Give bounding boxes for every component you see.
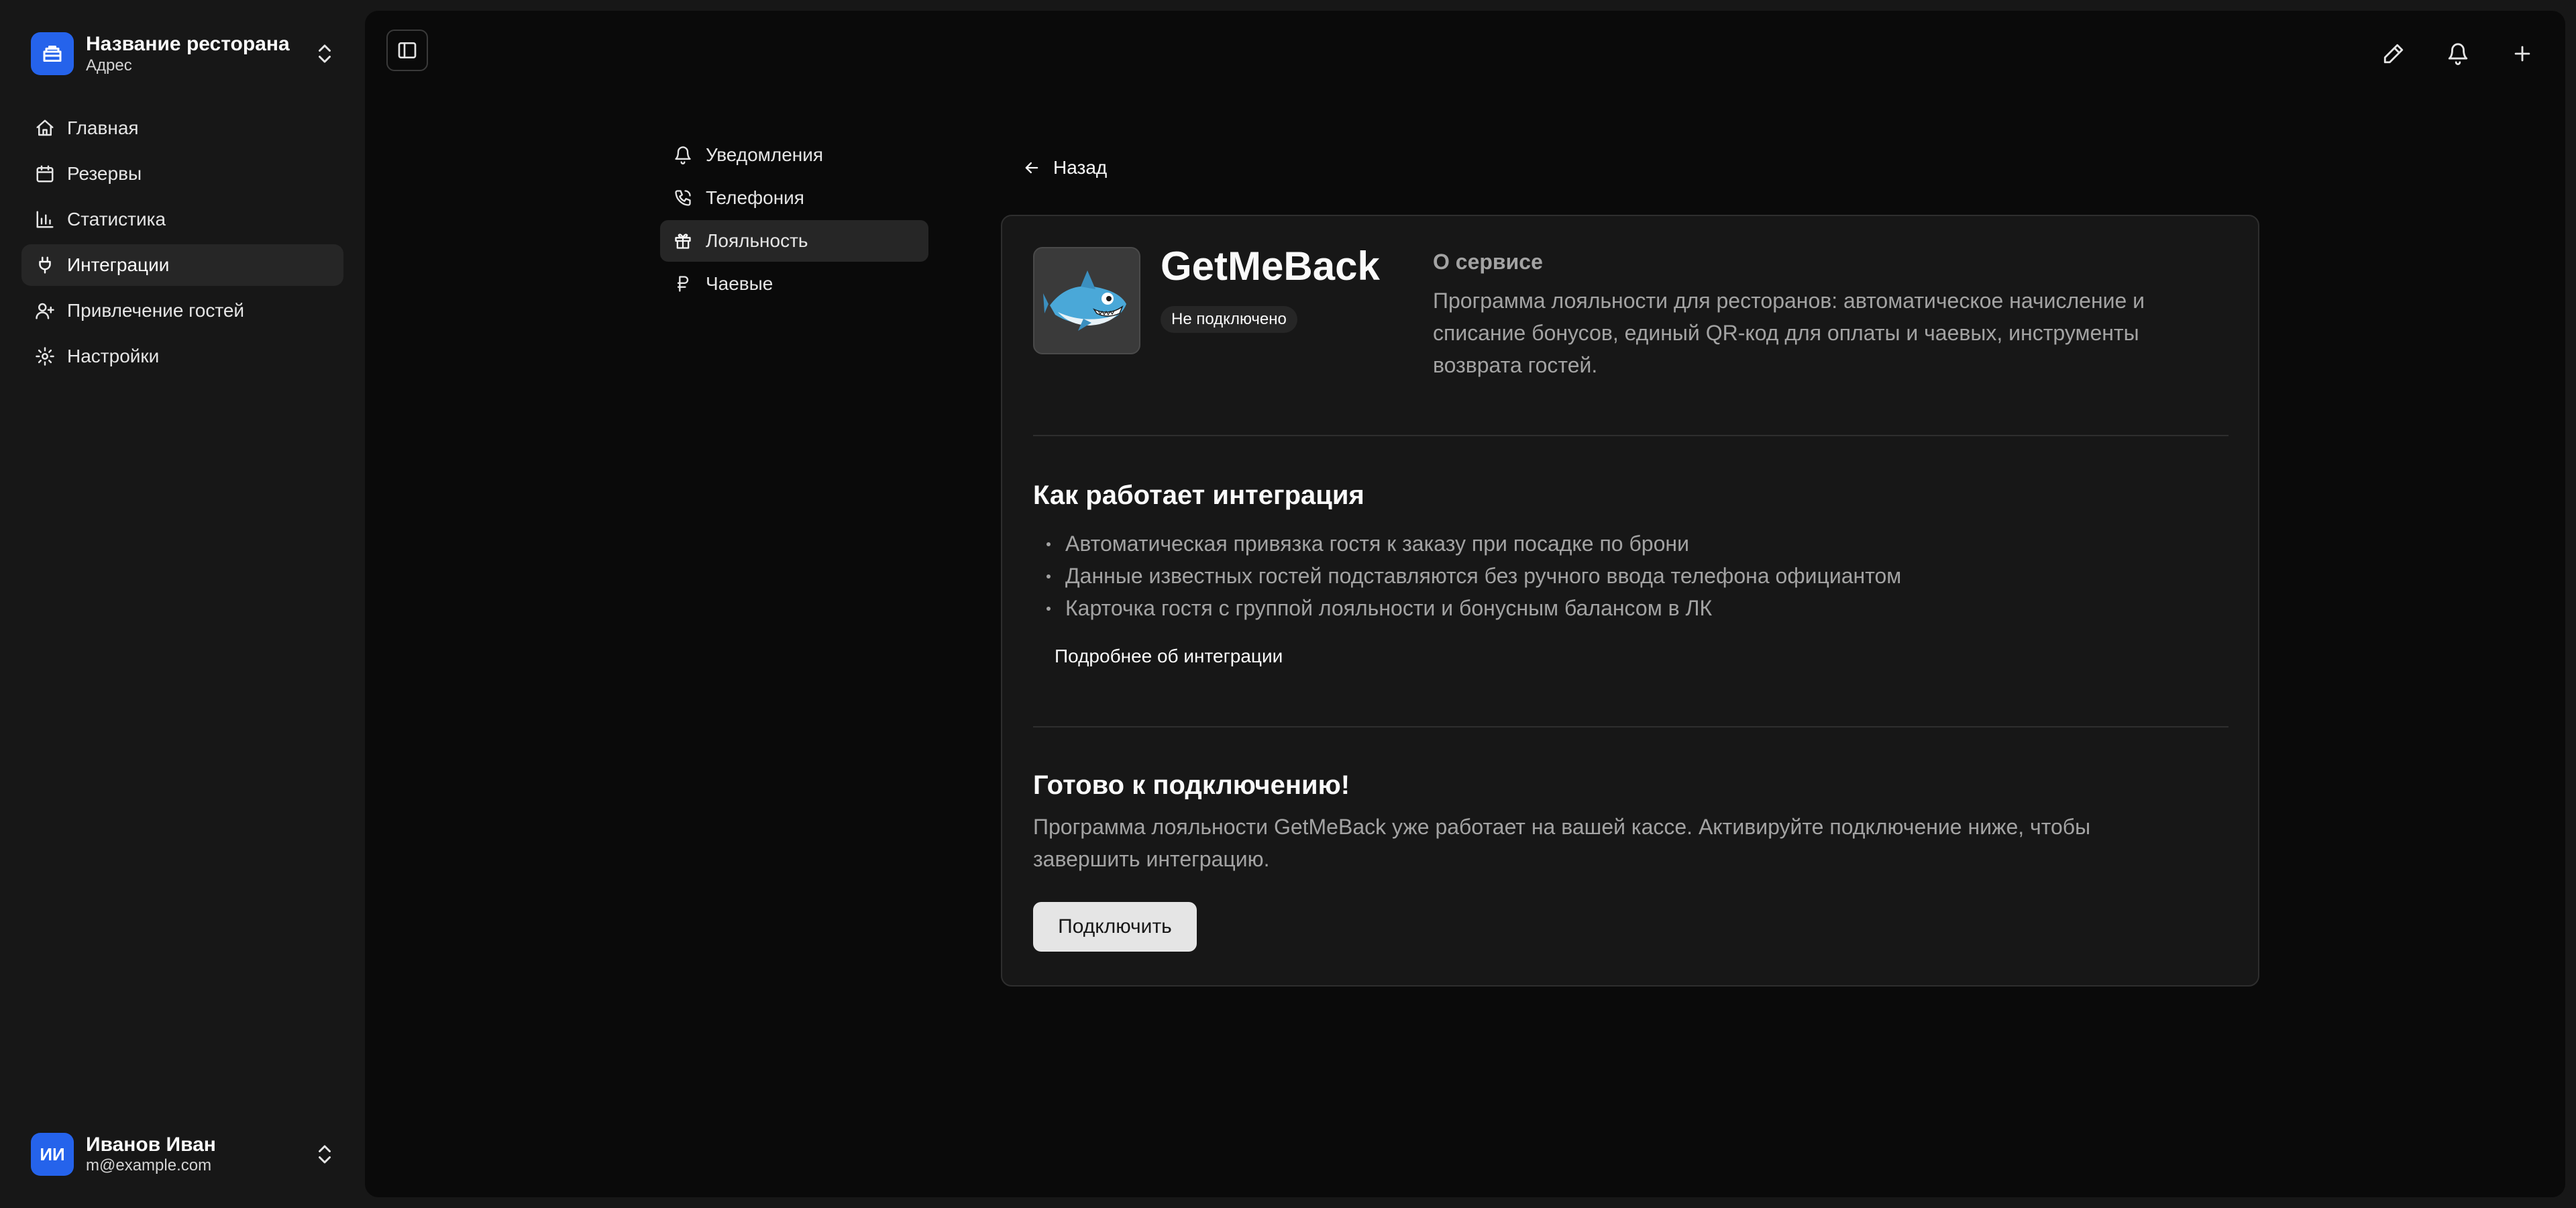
divider <box>1033 435 2229 436</box>
ready-text: Программа лояльности GetMeBack уже работ… <box>1033 815 2091 871</box>
app-root: Название ресторана Адрес Главная Резервы <box>0 0 2576 1208</box>
restaurant-name: Название ресторана <box>86 33 290 55</box>
getmeback-logo <box>1033 247 1140 354</box>
list-item: Карточка гостя с группой лояльности и бо… <box>1033 592 1901 624</box>
sidebar-item-integrations[interactable]: Интеграции <box>21 244 343 286</box>
restaurant-address: Адрес <box>86 56 132 74</box>
sidebar-item-label: Привлечение гостей <box>67 300 245 321</box>
list-item: Данные известных гостей подставляются бе… <box>1033 560 1901 592</box>
how-it-works-title: Как работает интеграция <box>1033 481 1364 510</box>
bar-chart-icon <box>34 208 56 231</box>
main-nav: Главная Резервы Статистика Интеграции Пр… <box>21 107 343 381</box>
gift-icon <box>672 230 694 252</box>
sidebar-item-statistics[interactable]: Статистика <box>21 199 343 240</box>
notifications-button[interactable] <box>2442 38 2474 70</box>
back-label: Назад <box>1053 157 1108 178</box>
subnav-item-label: Чаевые <box>706 273 773 294</box>
home-icon <box>34 117 56 140</box>
avatar: ИИ <box>31 1133 74 1176</box>
service-name: GetMeBack <box>1161 244 1380 289</box>
sidebar-item-label: Интеграции <box>67 254 170 275</box>
calendar-icon <box>34 162 56 185</box>
panel-left-icon <box>398 42 417 58</box>
sidebar-item-label: Резервы <box>67 163 142 184</box>
chevrons-up-down-icon <box>319 1145 331 1164</box>
user-email: m@example.com <box>86 1156 212 1174</box>
sidebar: Название ресторана Адрес Главная Резервы <box>0 0 365 1208</box>
sidebar-item-guest-acquisition[interactable]: Привлечение гостей <box>21 290 343 332</box>
sidebar-item-reserves[interactable]: Резервы <box>21 153 343 195</box>
connect-button[interactable]: Подключить <box>1033 902 1197 952</box>
divider <box>1033 726 2229 727</box>
list-item: Автоматическая привязка гостя к заказу п… <box>1033 527 1901 560</box>
more-about-integration-link[interactable]: Подробнее об интеграции <box>1055 646 1283 667</box>
sidebar-item-label: Главная <box>67 117 139 138</box>
bell-icon <box>2448 43 2468 65</box>
subnav-item-label: Телефония <box>706 187 804 208</box>
user-plus-icon <box>34 299 56 322</box>
bell-icon <box>672 144 694 166</box>
phone-icon <box>672 187 694 209</box>
sidebar-item-label: Настройки <box>67 346 160 366</box>
sidebar-item-label: Статистика <box>67 209 166 230</box>
main-panel: Уведомления Телефония Лояльность Чаевые <box>365 11 2565 1197</box>
user-name: Иванов Иван <box>86 1134 216 1156</box>
ruble-icon <box>672 273 694 295</box>
restaurant-logo-icon <box>31 32 74 75</box>
edit-button[interactable] <box>2377 38 2410 70</box>
sidebar-item-settings[interactable]: Настройки <box>21 336 343 377</box>
status-badge: Не подключено <box>1161 306 1297 333</box>
sidebar-item-home[interactable]: Главная <box>21 107 343 149</box>
integration-card: GetMeBack Не подключено О сервисе Програ… <box>1001 215 2259 987</box>
chevrons-up-down-icon <box>319 44 331 63</box>
feature-list: Автоматическая привязка гостя к заказу п… <box>1033 527 1901 624</box>
add-button[interactable] <box>2506 38 2538 70</box>
subnav-item-loyalty[interactable]: Лояльность <box>660 220 928 262</box>
back-link[interactable]: Назад <box>1022 157 1107 179</box>
plug-icon <box>34 254 56 276</box>
sidebar-toggle-button[interactable] <box>386 30 428 71</box>
user-menu[interactable]: ИИ Иванов Иван m@example.com <box>20 1121 342 1188</box>
settings-subnav: Уведомления Телефония Лояльность Чаевые <box>660 134 928 306</box>
gear-icon <box>34 345 56 368</box>
restaurant-switcher[interactable]: Название ресторана Адрес <box>20 27 342 81</box>
arrow-left-icon <box>1025 162 1038 174</box>
subnav-item-tips[interactable]: Чаевые <box>660 263 928 305</box>
ready-title: Готово к подключению! <box>1033 770 1350 800</box>
subnav-item-label: Уведомления <box>706 144 824 165</box>
about-text: Программа лояльности для ресторанов: авт… <box>1433 289 2145 377</box>
about-title: О сервисе <box>1433 250 1543 274</box>
subnav-item-telephony[interactable]: Телефония <box>660 177 928 219</box>
subnav-item-notifications[interactable]: Уведомления <box>660 134 928 176</box>
subnav-item-label: Лояльность <box>706 230 808 251</box>
pencil-icon <box>2383 44 2404 64</box>
top-actions <box>2377 38 2538 70</box>
plus-icon <box>2514 46 2530 62</box>
